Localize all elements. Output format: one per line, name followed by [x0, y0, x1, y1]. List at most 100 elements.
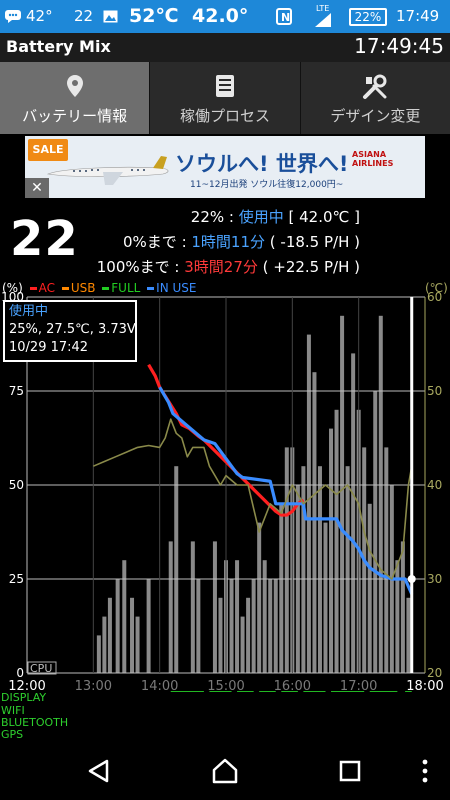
cpu-bar — [174, 466, 179, 673]
ad-headline: ソウルへ! 世界へ! — [175, 152, 349, 176]
cpu-bar — [306, 334, 311, 673]
cpu-bar — [190, 541, 195, 673]
status-clock: 17:49 — [396, 7, 440, 25]
sensor-on-bar — [170, 691, 204, 692]
status-temp-large-left: 52℃ — [129, 5, 179, 27]
location-pin-icon — [66, 75, 83, 97]
cpu-bar — [284, 447, 289, 673]
y-left-tick-label: 0 — [16, 666, 24, 680]
cursor-marker — [407, 575, 416, 583]
airplane-icon — [46, 156, 169, 185]
x-tick-label: 14:00 — [141, 679, 178, 692]
cpu-bar — [373, 391, 378, 673]
tab-processes[interactable]: 稼働プロセス — [150, 62, 301, 134]
status-level-small: 22 — [74, 7, 94, 25]
sensor-on-bar — [237, 691, 254, 692]
info-charge-line: 100%まで : 3時間27分 ( +22.5 P/H ) — [60, 256, 360, 277]
cpu-bar — [212, 541, 217, 673]
cpu-bar — [262, 560, 267, 673]
y-right-tick-label: 20 — [427, 666, 442, 680]
status-temp-large-right: 42.0° — [192, 5, 249, 27]
cpu-bar — [323, 522, 328, 673]
info-status-value: 使用中 — [238, 208, 284, 226]
nav-bar — [0, 742, 450, 800]
y-right-tick-label: 60 — [427, 292, 442, 304]
sensor-on-bar — [281, 691, 298, 692]
sensor-on-bar — [331, 691, 365, 692]
recent-apps-button[interactable] — [338, 759, 362, 783]
tab-label: デザイン変更 — [330, 107, 421, 125]
tools-icon — [363, 74, 387, 99]
tooltip-details: 25%, 27.5℃, 3.73V — [9, 322, 136, 337]
cpu-bar — [334, 409, 339, 673]
cpu-label: CPU — [30, 662, 52, 675]
tooltip-status: 使用中 — [9, 304, 49, 319]
cpu-bar — [229, 579, 234, 673]
tab-bar: バッテリー情報 稼働プロセス デザイン変更 — [0, 62, 450, 134]
cpu-bar — [168, 541, 173, 673]
chat-icon — [5, 10, 21, 23]
tab-design[interactable]: デザイン変更 — [300, 62, 450, 134]
sensor-label-gps: GPS — [1, 728, 24, 741]
menu-button[interactable] — [420, 758, 430, 784]
ad-subtext: 11~12月出発 ソウル往復12,000円~ — [190, 180, 344, 190]
x-tick-label: 16:00 — [274, 679, 311, 692]
cpu-bar — [218, 597, 223, 673]
sensor-on-bar — [303, 691, 326, 692]
signal-icon — [315, 13, 331, 27]
ad-brand: ASIANA AIRLINES — [352, 150, 394, 168]
cpu-bar — [351, 353, 356, 673]
cpu-bar — [345, 466, 350, 673]
sensor-on-bar — [369, 691, 398, 692]
sensor-label-display: DISPLAY — [1, 691, 47, 704]
cpu-bar — [96, 635, 101, 673]
cpu-bar — [279, 503, 284, 673]
info-discharge-rate: ( -18.5 P/H ) — [265, 233, 360, 251]
cpu-bar — [146, 579, 151, 673]
status-temp-small: 42° — [26, 7, 53, 25]
ad-close-button[interactable]: ✕ — [25, 178, 49, 198]
nfc-icon: N — [276, 8, 292, 25]
info-discharge-time: 1時間11分 — [191, 233, 266, 251]
ad-banner[interactable]: SALE ソウルへ! 世界へ! 11~12月出発 ソウル往復12,000円~ A… — [25, 136, 425, 198]
cpu-bar — [400, 541, 405, 673]
back-button[interactable] — [86, 758, 112, 784]
home-button[interactable] — [211, 757, 239, 785]
y-right-tick-label: 30 — [427, 572, 442, 586]
tab-battery-info[interactable]: バッテリー情報 — [0, 62, 151, 134]
x-tick-label: 18:00 — [406, 679, 443, 692]
y-right-tick-label: 40 — [427, 478, 442, 492]
cpu-bar — [406, 597, 411, 673]
cpu-bar — [246, 597, 251, 673]
cpu-bar — [384, 447, 389, 673]
cpu-bar — [235, 560, 240, 673]
cpu-bar — [102, 616, 107, 673]
y-left-tick-label: 25 — [9, 572, 24, 586]
cpu-bar — [395, 560, 400, 673]
cpu-bar — [196, 579, 201, 673]
info-discharge-line: 0%まで : 1時間11分 ( -18.5 P/H ) — [60, 231, 360, 252]
image-icon — [103, 10, 118, 23]
info-status-prefix: 22% : — [190, 208, 239, 226]
sensor-on-bar — [405, 691, 412, 692]
y-right-tick-label: 50 — [427, 384, 442, 398]
cpu-bar — [130, 597, 135, 673]
cpu-bar — [107, 597, 112, 673]
cpu-bar — [340, 315, 345, 673]
chart-tooltip: 使用中 25%, 27.5℃, 3.73V 10/29 17:42 — [3, 300, 137, 362]
sensor-on-bar — [259, 691, 276, 692]
cpu-bar — [240, 616, 245, 673]
y-left-tick-label: 50 — [9, 478, 24, 492]
cpu-bar — [317, 466, 322, 673]
list-icon — [215, 75, 234, 97]
info-charge-prefix: 100%まで : — [96, 258, 185, 276]
tooltip-datetime: 10/29 17:42 — [9, 340, 89, 355]
tab-label: 稼働プロセス — [179, 107, 270, 125]
cpu-bar — [122, 560, 127, 673]
cpu-bar — [378, 315, 383, 673]
cpu-bar — [251, 579, 256, 673]
cpu-bar — [312, 372, 317, 673]
cpu-bar — [115, 579, 120, 673]
info-status-temp: [ 42.0℃ ] — [283, 208, 361, 226]
app-title: Battery Mix — [6, 37, 111, 56]
